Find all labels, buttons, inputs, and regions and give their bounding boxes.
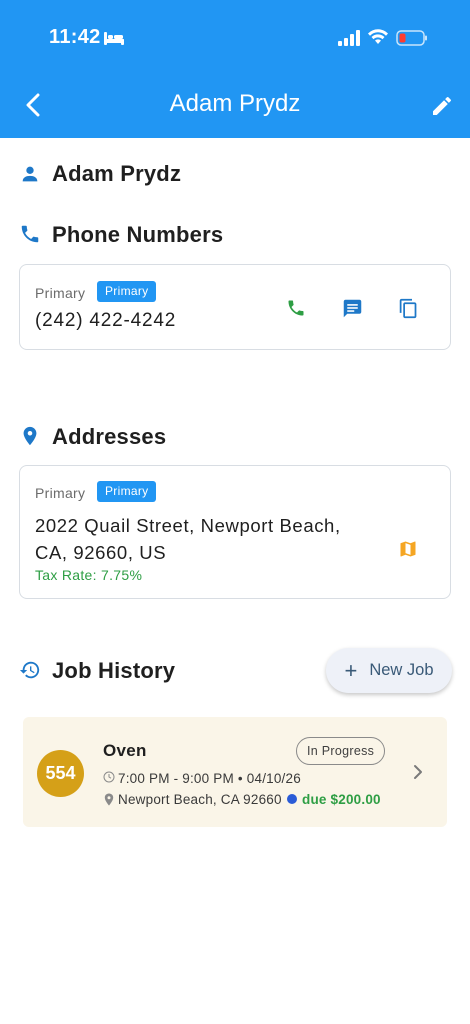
plus-icon: + (344, 657, 358, 683)
clock-icon (103, 771, 115, 783)
job-card[interactable]: 554 Oven In Progress 7:00 PM - 9:00 PM •… (23, 717, 447, 827)
job-due-amount: due $200.00 (302, 792, 381, 807)
copy-button[interactable] (393, 293, 423, 323)
phone-card: Primary Primary (242) 422-4242 (19, 264, 451, 350)
job-title: Oven (103, 741, 147, 760)
message-icon (343, 299, 361, 317)
map-icon (400, 541, 416, 557)
new-job-label: New Job (369, 661, 434, 679)
phone-icon (19, 223, 41, 245)
status-dot-icon (287, 794, 297, 804)
phone-label: Primary (35, 285, 86, 301)
job-status-badge: In Progress (296, 737, 386, 765)
phone-numbers-heading: Phone Numbers (52, 222, 224, 247)
copy-icon (399, 298, 416, 318)
location-pin-icon (104, 793, 114, 806)
addresses-heading: Addresses (52, 424, 167, 449)
battery-icon (396, 30, 427, 46)
person-icon (19, 163, 41, 185)
cellular-signal-icon (338, 30, 360, 46)
history-icon (19, 659, 41, 681)
phone-number: (242) 422-4242 (35, 310, 177, 331)
open-map-button[interactable] (393, 534, 423, 564)
location-pin-icon (19, 425, 41, 447)
call-button[interactable] (281, 293, 311, 323)
primary-badge: Primary (97, 281, 157, 302)
message-button[interactable] (337, 293, 367, 323)
address-label: Primary (35, 485, 86, 501)
job-history-heading: Job History (52, 658, 176, 683)
status-time: 11:42 (49, 26, 101, 48)
primary-badge: Primary (97, 481, 157, 502)
job-time: 7:00 PM - 9:00 PM • 04/10/26 (118, 771, 301, 786)
address-card: Primary Primary 2022 Quail Street, Newpo… (19, 465, 451, 599)
tax-rate: Tax Rate: 7.75% (35, 567, 143, 583)
app-header: 11:42 Adam Prydz (0, 0, 470, 138)
page-title: Adam Prydz (169, 90, 301, 117)
address-text: 2022 Quail Street, Newport Beach, CA, 92… (35, 512, 380, 566)
edit-button[interactable] (427, 91, 457, 121)
sleep-mode-icon (104, 32, 124, 45)
pencil-icon (433, 96, 452, 115)
job-address: Newport Beach, CA 92660 (118, 792, 282, 807)
wifi-icon (368, 29, 388, 44)
address-line-2: CA, 92660, US (35, 542, 167, 563)
call-icon (288, 300, 304, 316)
address-line-1: 2022 Quail Street, Newport Beach, (35, 515, 341, 536)
customer-name: Adam Prydz (52, 161, 182, 186)
chevron-right-icon (414, 765, 422, 779)
job-number-badge: 554 (37, 750, 84, 797)
new-job-button[interactable]: + New Job (326, 648, 452, 693)
